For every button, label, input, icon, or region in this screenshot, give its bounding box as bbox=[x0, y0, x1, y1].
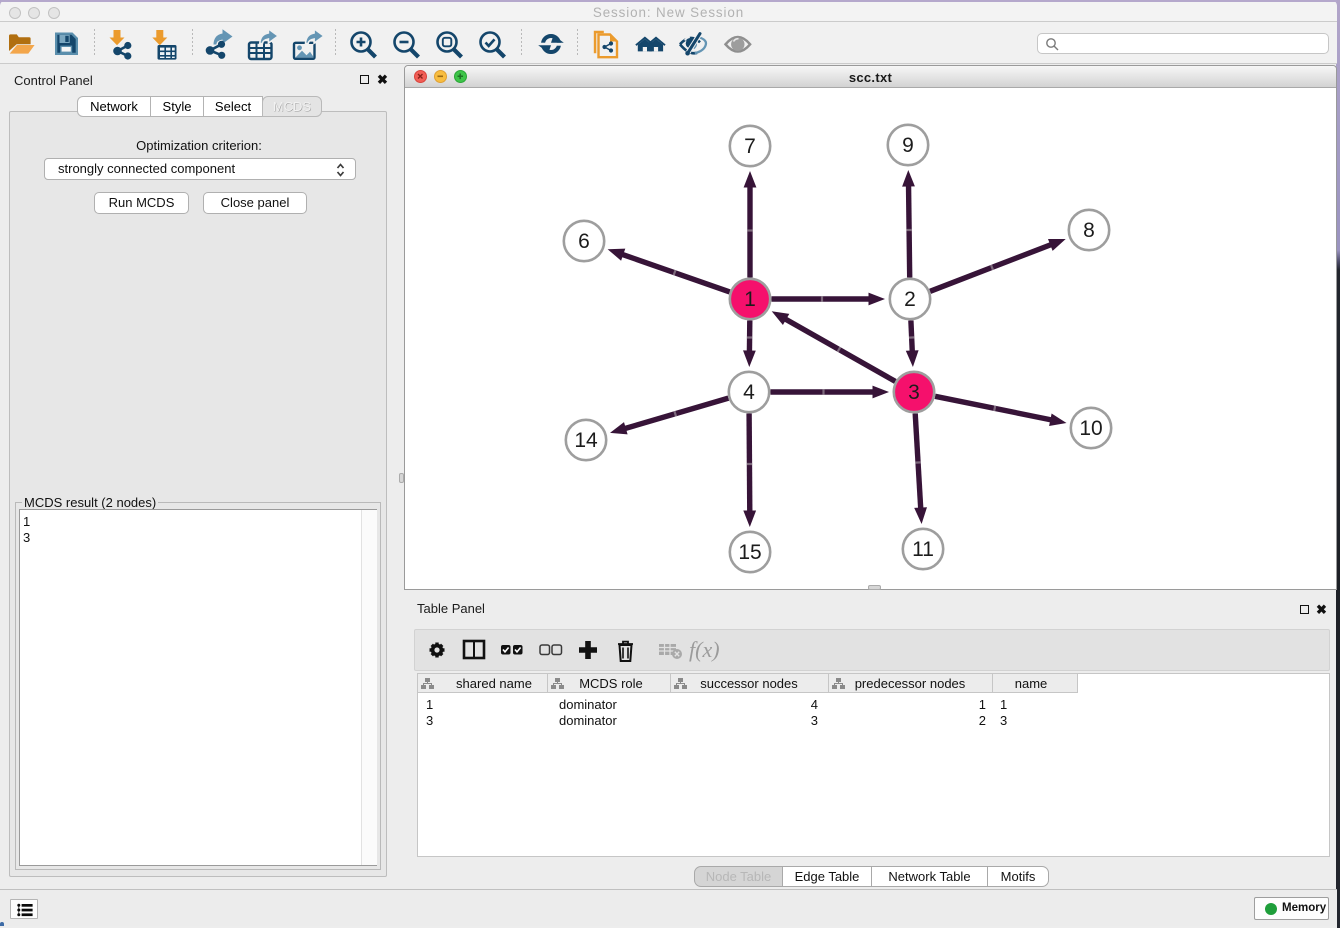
svg-text:9: 9 bbox=[902, 134, 914, 157]
svg-text:14: 14 bbox=[574, 429, 598, 452]
svg-text:11: 11 bbox=[912, 538, 934, 561]
svg-text:3: 3 bbox=[908, 381, 920, 404]
svg-text:6: 6 bbox=[578, 230, 590, 253]
svg-text:15: 15 bbox=[738, 541, 761, 564]
svg-text:1: 1 bbox=[426, 697, 433, 712]
svg-text:3: 3 bbox=[1000, 713, 1007, 728]
svg-text:3: 3 bbox=[811, 713, 818, 728]
svg-text:8: 8 bbox=[1083, 219, 1095, 242]
svg-text:1: 1 bbox=[1000, 697, 1007, 712]
svg-text:7: 7 bbox=[744, 135, 756, 158]
svg-text:2: 2 bbox=[904, 288, 916, 311]
svg-text:2: 2 bbox=[979, 713, 986, 728]
svg-text:MCDS role: MCDS role bbox=[579, 676, 643, 691]
svg-text:10: 10 bbox=[1079, 417, 1102, 440]
svg-text:1: 1 bbox=[979, 697, 986, 712]
svg-text:predecessor nodes: predecessor nodes bbox=[855, 676, 966, 691]
svg-text:shared name: shared name bbox=[456, 676, 532, 691]
svg-text:successor nodes: successor nodes bbox=[700, 676, 798, 691]
svg-text:4: 4 bbox=[811, 697, 818, 712]
svg-text:dominator: dominator bbox=[559, 713, 617, 728]
svg-text:3: 3 bbox=[426, 713, 433, 728]
svg-text:dominator: dominator bbox=[559, 697, 617, 712]
svg-text:name: name bbox=[1015, 676, 1048, 691]
svg-text:1: 1 bbox=[744, 288, 756, 311]
svg-text:4: 4 bbox=[743, 381, 755, 404]
svg-text:f(x): f(x) bbox=[689, 637, 720, 662]
